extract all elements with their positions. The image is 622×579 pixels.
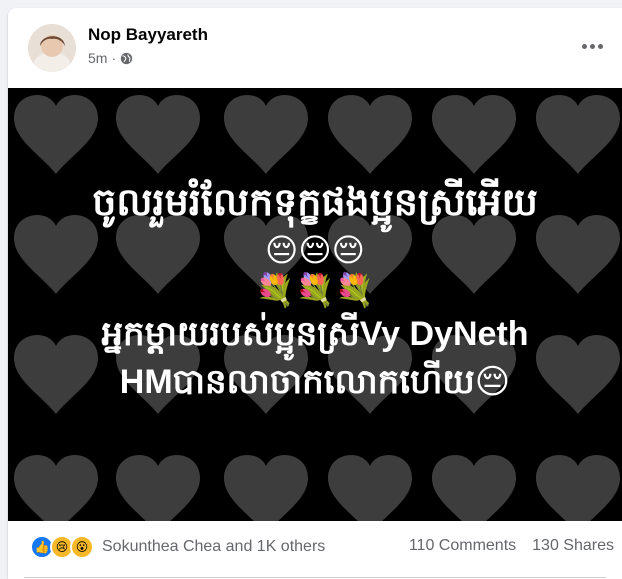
reaction-names[interactable]: Sokunthea Chea and 1K others [102, 538, 325, 556]
post-image[interactable]: ចូលរួមរំលែកទុក្ខផងប្អូនស្រីអើយ 😔😔😔 💐💐💐 អ… [8, 88, 622, 521]
meta-separator: · [111, 50, 117, 66]
author-name[interactable]: Nop Bayyareth [88, 25, 208, 45]
image-text-overlay: ចូលរួមរំលែកទុក្ខផងប្អូនស្រីអើយ 😔😔😔 💐💐💐 អ… [8, 88, 622, 521]
post-time[interactable]: 5m [88, 50, 107, 66]
more-options-button[interactable] [574, 32, 610, 60]
image-text-line-3: អ្នកម្ដាយរបស់ប្អូនស្រីVy DyNeth [101, 314, 529, 353]
comments-count[interactable]: 110 Comments [409, 537, 516, 555]
post-card: Nop Bayyareth 5m · ចូលរួមរំលែកទុក្ខផងប្អ… [8, 8, 622, 579]
image-text-line-1: ចូលរួមរំលែកទុក្ខផងប្អូនស្រីអើយ [92, 181, 538, 224]
engagement-counts: 110 Comments 130 Shares [409, 537, 614, 555]
globe-icon[interactable] [120, 52, 133, 65]
post-meta: 5m · [88, 50, 133, 66]
more-dot [589, 43, 595, 49]
image-text-line-4: HMបានលាចាកលោកហើយ😔 [119, 362, 511, 401]
image-emoji-row-flowers: 💐💐💐 [255, 271, 375, 308]
author-avatar[interactable] [28, 24, 76, 72]
shares-count[interactable]: 130 Shares [532, 537, 614, 555]
more-options-icon [581, 43, 587, 49]
image-emoji-row-sad: 😔😔😔 [264, 231, 366, 268]
reaction-summary[interactable]: 👍 😢 😮 Sokunthea Chea and 1K others [30, 535, 325, 559]
footer-divider [24, 577, 606, 578]
post-header: Nop Bayyareth 5m · [8, 8, 622, 88]
wow-icon: 😮 [70, 535, 94, 559]
more-dot [597, 43, 603, 49]
post-footer: 👍 😢 😮 Sokunthea Chea and 1K others 110 C… [8, 521, 622, 579]
